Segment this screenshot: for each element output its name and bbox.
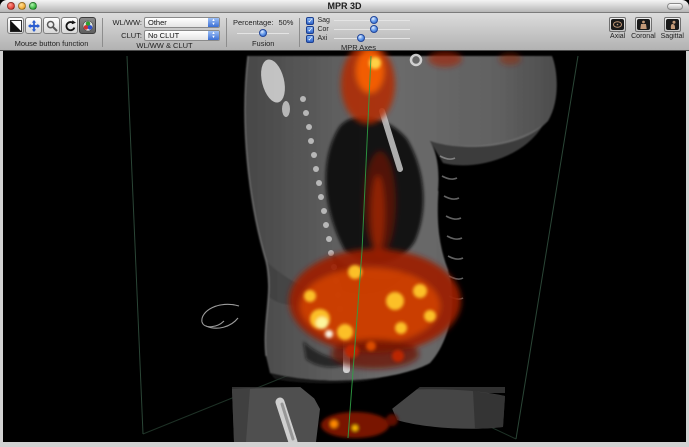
window-title: MPR 3D	[327, 1, 361, 11]
box-left-edge	[127, 56, 143, 434]
cor-checkbox[interactable]: ✓	[306, 26, 314, 34]
clut-popup[interactable]: No CLUT ▲▼	[144, 30, 220, 41]
coronal-button[interactable]: Coronal	[631, 17, 656, 40]
toolbar-toggle-pill[interactable]	[667, 3, 683, 10]
rotate-arrow-icon	[64, 20, 76, 32]
mpr-axes-group: ✓ Sag ✓ Cor ✓ Axi	[306, 15, 410, 49]
percentage-label: Percentage:	[233, 18, 273, 27]
axial-button[interactable]: Axial	[609, 17, 626, 40]
toolbar: Mouse button function WL/WW: Other ▲▼ CL…	[0, 13, 689, 51]
fusion-slider-thumb[interactable]	[259, 29, 267, 37]
axi-checkbox[interactable]: ✓	[306, 35, 314, 43]
sag-label: Sag	[317, 17, 331, 24]
pan-move-button[interactable]	[25, 17, 42, 34]
mpr-3d-viewport[interactable]	[0, 51, 689, 447]
wlww-group-caption: WL/WW & CLUT	[136, 41, 192, 51]
annotation-scribble	[202, 304, 239, 328]
contrast-icon	[10, 20, 22, 32]
traffic-lights	[7, 2, 37, 10]
color-wheel-button[interactable]	[79, 17, 96, 34]
mpr-3d-window: MPR 3D	[0, 0, 689, 447]
lower-reflection-section	[232, 386, 505, 442]
sagittal-icon	[666, 19, 679, 30]
zoom-tool-button[interactable]	[43, 17, 60, 34]
clut-label: CLUT:	[109, 31, 142, 40]
axi-slider-thumb[interactable]	[357, 34, 365, 42]
sagittal-button[interactable]: Sagittal	[661, 17, 684, 40]
sag-slider-thumb[interactable]	[370, 16, 378, 24]
wlww-label: WL/WW:	[109, 18, 142, 27]
toolbar-divider	[226, 18, 227, 47]
toolbar-divider	[102, 18, 103, 47]
toolbar-divider	[299, 18, 300, 47]
popup-arrows-icon: ▲▼	[208, 31, 219, 40]
fusion-slider[interactable]	[237, 29, 289, 38]
axial-icon	[611, 19, 624, 30]
color-wheel-icon	[82, 20, 94, 32]
coronal-icon	[637, 19, 650, 30]
fusion-group: Percentage: 50% Fusion	[233, 15, 293, 49]
wlww-clut-group: WL/WW: Other ▲▼ CLUT: No CLUT ▲▼	[109, 15, 220, 49]
cor-slider[interactable]	[334, 25, 410, 34]
axi-slider[interactable]	[334, 34, 410, 43]
cor-slider-thumb[interactable]	[370, 25, 378, 33]
wlww-popup[interactable]: Other ▲▼	[144, 17, 220, 28]
close-button[interactable]	[7, 2, 15, 10]
mpr-3d-render	[3, 51, 686, 442]
sag-slider[interactable]	[334, 16, 410, 25]
fusion-group-caption: Fusion	[252, 39, 275, 49]
sag-checkbox[interactable]: ✓	[306, 17, 314, 25]
minimize-button[interactable]	[18, 2, 26, 10]
magnifier-icon	[46, 20, 58, 32]
move-arrows-icon	[28, 20, 40, 32]
titlebar[interactable]: MPR 3D	[0, 0, 689, 13]
mouse-group-caption: Mouse button function	[15, 39, 89, 49]
view-orientation-buttons: Axial Coronal Sagittal	[609, 15, 684, 49]
cor-label: Cor	[317, 26, 331, 33]
axi-label: Axi	[317, 35, 331, 42]
mouse-button-group: Mouse button function	[7, 15, 96, 49]
popup-arrows-icon: ▲▼	[208, 18, 219, 27]
rotate-tool-button[interactable]	[61, 17, 78, 34]
zoom-button[interactable]	[29, 2, 37, 10]
percentage-value: 50%	[278, 18, 293, 27]
wl-ww-contrast-button[interactable]	[7, 17, 24, 34]
